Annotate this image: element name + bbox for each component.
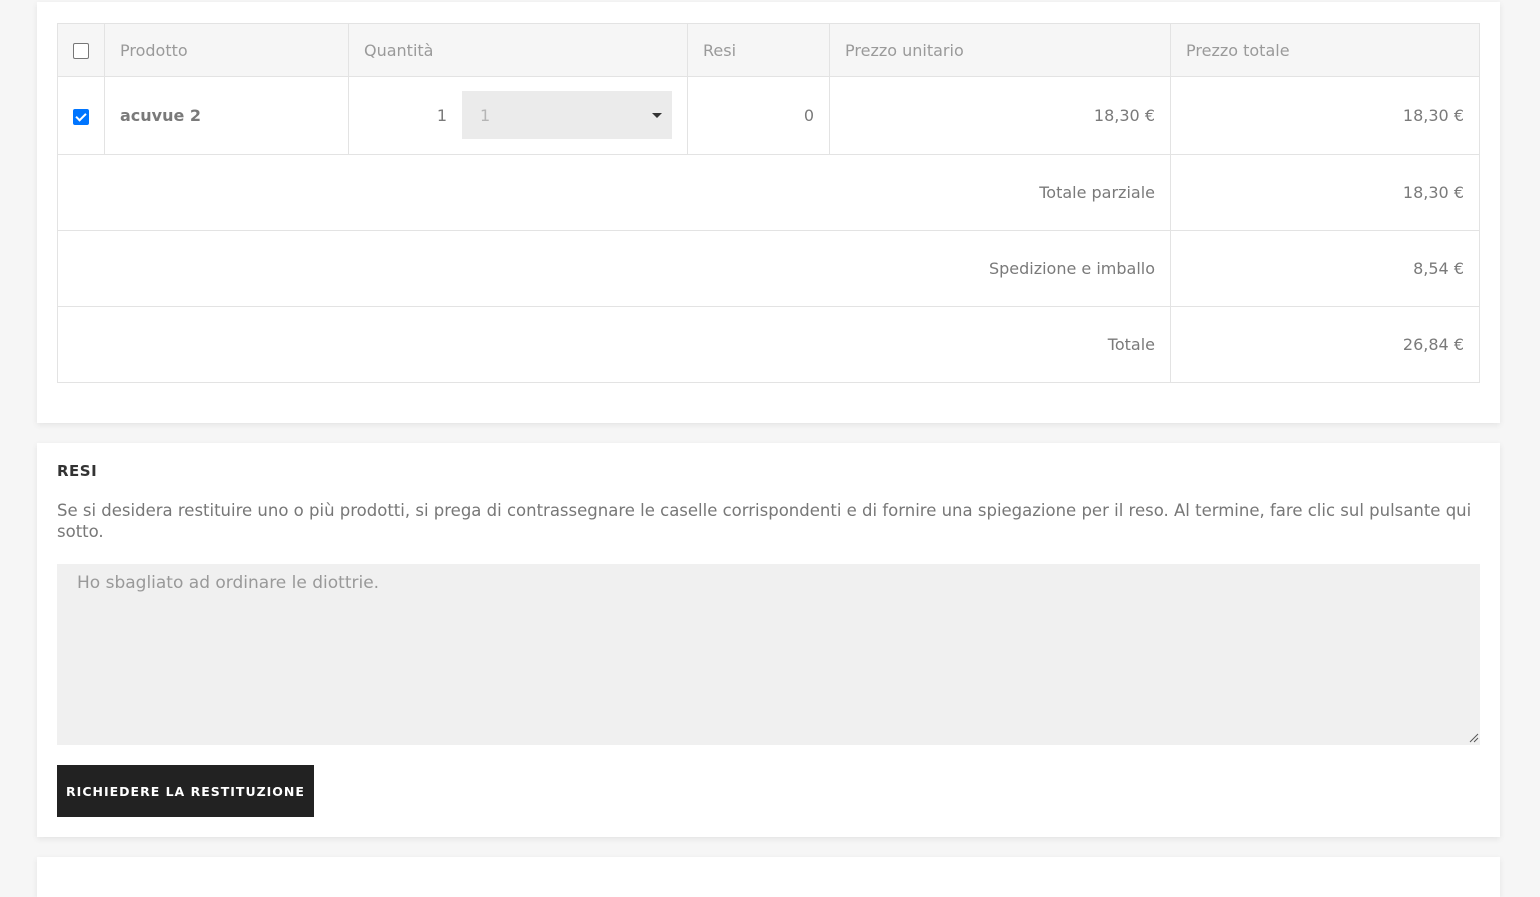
order-products-table: Prodotto Quantità Resi Prezzo unitario P… bbox=[57, 23, 1480, 383]
subtotal-value: 18,30 € bbox=[1170, 154, 1480, 231]
return-reason-textarea[interactable]: Ho sbagliato ad ordinare le diottrie. bbox=[57, 564, 1480, 745]
header-select-all bbox=[57, 23, 105, 77]
caret-down-icon bbox=[652, 113, 662, 118]
return-quantity-value: 1 bbox=[480, 105, 491, 125]
header-returns: Resi bbox=[687, 23, 830, 77]
returns-panel: RESI Se si desidera restituire uno o più… bbox=[37, 443, 1500, 837]
ordered-quantity: 1 bbox=[436, 106, 447, 125]
select-all-checkbox[interactable] bbox=[73, 43, 89, 59]
returns-description: Se si desidera restituire uno o più prod… bbox=[57, 501, 1472, 541]
return-quantity-select[interactable]: 1 bbox=[462, 91, 672, 139]
returns-title: RESI bbox=[57, 462, 98, 480]
total-label: Totale bbox=[57, 306, 1171, 383]
subtotal-row: Totale parziale 18,30 € bbox=[57, 154, 1480, 231]
header-total-price: Prezzo totale bbox=[1170, 23, 1480, 77]
order-details-panel: Prodotto Quantità Resi Prezzo unitario P… bbox=[37, 2, 1500, 423]
subtotal-label: Totale parziale bbox=[57, 154, 1171, 231]
shipping-label: Spedizione e imballo bbox=[57, 230, 1171, 307]
row-select-cell bbox=[57, 76, 105, 155]
next-panel bbox=[37, 857, 1500, 897]
shipping-row: Spedizione e imballo 8,54 € bbox=[57, 230, 1480, 307]
resize-grip-icon[interactable] bbox=[1469, 733, 1479, 743]
row-select-checkbox[interactable] bbox=[73, 108, 89, 125]
table-header-row: Prodotto Quantità Resi Prezzo unitario P… bbox=[57, 23, 1480, 77]
total-row: Totale 26,84 € bbox=[57, 306, 1480, 383]
header-quantity: Quantità bbox=[348, 23, 688, 77]
product-name: acuvue 2 bbox=[104, 76, 349, 155]
quantity-cell: 1 1 bbox=[348, 76, 688, 155]
unit-price: 18,30 € bbox=[829, 76, 1171, 155]
total-price: 18,30 € bbox=[1170, 76, 1480, 155]
returned-count: 0 bbox=[687, 76, 830, 155]
header-product: Prodotto bbox=[104, 23, 349, 77]
header-unit-price: Prezzo unitario bbox=[829, 23, 1171, 77]
request-return-button[interactable]: RICHIEDERE LA RESTITUZIONE bbox=[57, 765, 314, 817]
shipping-value: 8,54 € bbox=[1170, 230, 1480, 307]
total-value: 26,84 € bbox=[1170, 306, 1480, 383]
table-row: acuvue 2 1 1 0 18,30 € 18,30 € bbox=[57, 76, 1480, 155]
